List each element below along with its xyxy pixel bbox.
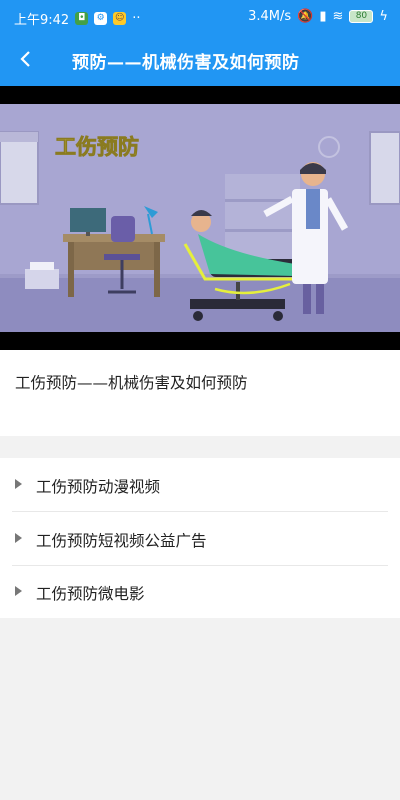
video-list: 工伤预防动漫视频 工伤预防短视频公益广告 工伤预防微电影 <box>0 458 400 618</box>
status-more-dots: ·· <box>132 11 141 26</box>
chevron-left-icon <box>20 51 30 67</box>
battery-icon: 80 <box>349 10 374 23</box>
content-title-section: 工伤预防——机械伤害及如何预防 <box>0 350 400 436</box>
list-item[interactable]: 工伤预防微电影 <box>0 565 400 618</box>
wifi-icon: ≋ <box>332 9 344 24</box>
back-button[interactable] <box>14 46 38 72</box>
page-title: 预防——机械伤害及如何预防 <box>72 53 300 73</box>
list-item-label: 工伤预防微电影 <box>36 585 145 603</box>
video-frame: 工伤预防 <box>0 104 400 332</box>
charging-icon: ϟ <box>379 9 388 24</box>
list-item-label: 工伤预防动漫视频 <box>36 478 161 496</box>
app-header: 预防——机械伤害及如何预防 <box>0 34 400 86</box>
expand-arrow-icon <box>15 479 22 489</box>
signal-icon: ▮ <box>319 9 327 24</box>
status-time: 上午9:42 <box>14 13 70 28</box>
app-notification-icon: ◘ <box>75 12 89 25</box>
network-speed: 3.4M/s <box>248 9 292 24</box>
app-notification-icon: ⚙ <box>94 12 108 25</box>
list-item[interactable]: 工伤预防短视频公益广告 <box>0 512 400 565</box>
content-title: 工伤预防——机械伤害及如何预防 <box>15 374 248 392</box>
status-bar: 上午9:42 ◘ ⚙ ☺ ·· 3.4M/s 🔕 ▮ ≋ 80 ϟ <box>0 0 400 34</box>
app-notification-icon: ☺ <box>113 12 127 25</box>
video-player[interactable]: 工伤预防 <box>0 86 400 350</box>
video-overlay-text: 工伤预防 <box>55 135 139 159</box>
list-item-label: 工伤预防短视频公益广告 <box>36 532 207 550</box>
mute-icon: 🔕 <box>297 9 314 24</box>
list-item[interactable]: 工伤预防动漫视频 <box>0 458 400 511</box>
expand-arrow-icon <box>15 533 22 543</box>
expand-arrow-icon <box>15 586 22 596</box>
